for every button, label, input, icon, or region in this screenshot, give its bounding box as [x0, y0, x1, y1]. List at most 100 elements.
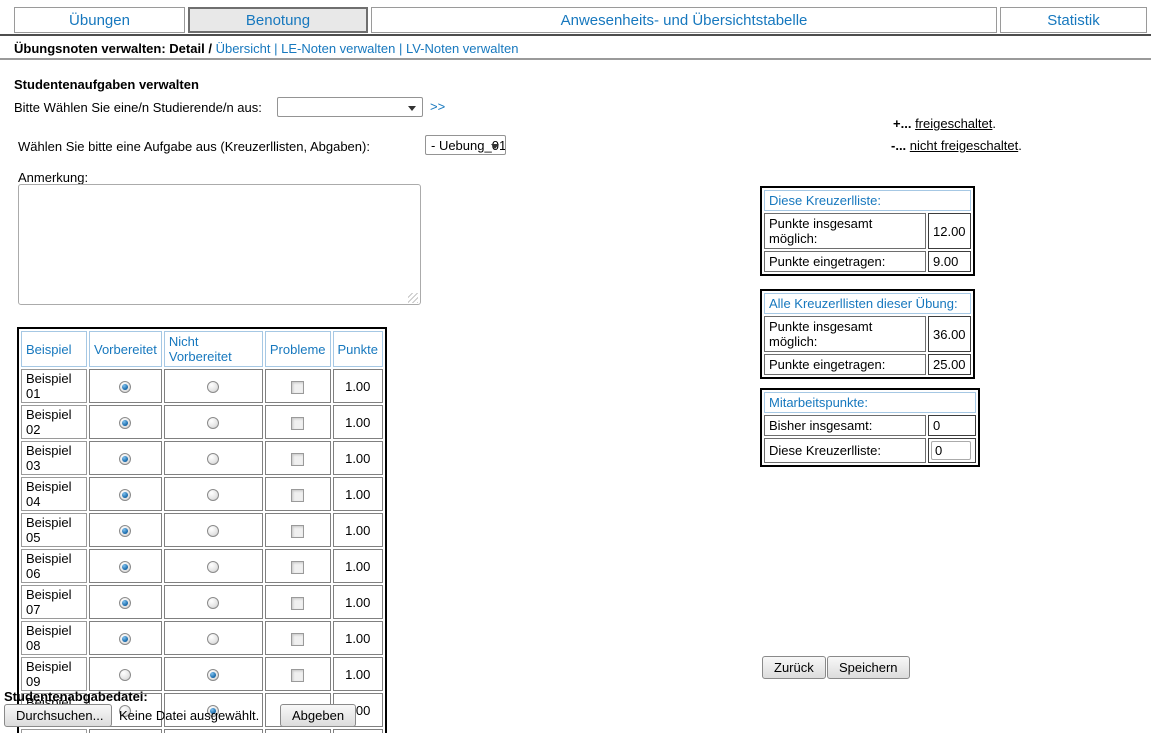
- nicht-vorbereitet-cell: [164, 441, 263, 475]
- checkbox-probleme[interactable]: [291, 597, 304, 610]
- probleme-cell: [265, 549, 331, 583]
- radio-nicht-vorbereitet[interactable]: [207, 597, 219, 609]
- legend-suffix: .: [1018, 138, 1022, 153]
- radio-nicht-vorbereitet[interactable]: [207, 633, 219, 645]
- beispiel-label: Beispiel 11: [21, 729, 87, 733]
- student-select[interactable]: [277, 97, 423, 117]
- punkte-value: 1.00: [333, 729, 383, 733]
- legend-freigeschaltet-link[interactable]: freigeschaltet: [915, 116, 992, 131]
- column-header: Beispiel: [21, 331, 87, 367]
- legend-freigeschaltet: +... freigeschaltet.: [893, 116, 996, 131]
- checkbox-probleme[interactable]: [291, 453, 304, 466]
- vorbereitet-cell: [89, 729, 162, 733]
- checkbox-probleme[interactable]: [291, 525, 304, 538]
- table-row: Beispiel 03 1.00: [21, 441, 383, 475]
- checkbox-probleme[interactable]: [291, 669, 304, 682]
- checkbox-probleme[interactable]: [291, 633, 304, 646]
- back-button[interactable]: Zurück: [762, 656, 826, 679]
- radio-vorbereitet[interactable]: [119, 417, 131, 429]
- probleme-cell: [265, 621, 331, 655]
- radio-vorbereitet[interactable]: [119, 525, 131, 537]
- summary-row-value: 9.00: [928, 251, 971, 272]
- radio-vorbereitet[interactable]: [119, 561, 131, 573]
- vorbereitet-cell: [89, 405, 162, 439]
- checkbox-probleme[interactable]: [291, 417, 304, 430]
- beispiel-label: Beispiel 06: [21, 549, 87, 583]
- tab-anwesenheits-uebersichtstabelle[interactable]: Anwesenheits- und Übersichtstabelle: [371, 7, 997, 33]
- radio-vorbereitet[interactable]: [119, 669, 131, 681]
- tab-statistik[interactable]: Statistik: [1000, 7, 1147, 33]
- anmerkung-label: Anmerkung:: [18, 170, 88, 185]
- punkte-value: 1.00: [333, 513, 383, 547]
- summary-table-diese-kreuzerlliste: Diese Kreuzerlliste: Punkte insgesamt mö…: [760, 186, 975, 276]
- beispiel-label: Beispiel 09: [21, 657, 87, 691]
- browse-button[interactable]: Durchsuchen...: [4, 704, 112, 727]
- summary-row-value: 12.00: [928, 213, 971, 249]
- probleme-cell: [265, 405, 331, 439]
- vorbereitet-cell: [89, 477, 162, 511]
- nicht-vorbereitet-cell: [164, 513, 263, 547]
- legend-nicht-freigeschaltet: -... nicht freigeschaltet.: [891, 138, 1022, 153]
- vorbereitet-cell: [89, 513, 162, 547]
- breadcrumb-separator: |: [399, 41, 402, 56]
- legend-minus-prefix: -...: [891, 138, 906, 153]
- punkte-value: 1.00: [333, 441, 383, 475]
- breadcrumb-separator: /: [208, 41, 212, 56]
- legend-nicht-freigeschaltet-link[interactable]: nicht freigeschaltet: [910, 138, 1018, 153]
- probleme-cell: [265, 441, 331, 475]
- submit-file-button[interactable]: Abgeben: [280, 704, 356, 727]
- punkte-value: 1.00: [333, 405, 383, 439]
- radio-nicht-vorbereitet[interactable]: [207, 525, 219, 537]
- checkbox-probleme[interactable]: [291, 381, 304, 394]
- anmerkung-textarea[interactable]: [18, 184, 421, 305]
- radio-vorbereitet[interactable]: [119, 453, 131, 465]
- summary-row-value: 36.00: [928, 316, 971, 352]
- column-header: Probleme: [265, 331, 331, 367]
- vorbereitet-cell: [89, 441, 162, 475]
- save-button[interactable]: Speichern: [827, 656, 910, 679]
- nicht-vorbereitet-cell: [164, 657, 263, 691]
- checkbox-probleme[interactable]: [291, 561, 304, 574]
- breadcrumb-link-le-noten[interactable]: LE-Noten verwalten: [281, 41, 395, 56]
- radio-vorbereitet[interactable]: [119, 633, 131, 645]
- vorbereitet-cell: [89, 621, 162, 655]
- breadcrumb-link-lv-noten[interactable]: LV-Noten verwalten: [406, 41, 519, 56]
- radio-nicht-vorbereitet[interactable]: [207, 669, 219, 681]
- tab-benotung[interactable]: Benotung: [188, 7, 368, 33]
- punkte-value: 1.00: [333, 657, 383, 691]
- summary-row-value: 0: [928, 415, 976, 436]
- radio-nicht-vorbereitet[interactable]: [207, 489, 219, 501]
- breadcrumb-link-uebersicht[interactable]: Übersicht: [216, 41, 271, 56]
- radio-vorbereitet[interactable]: [119, 381, 131, 393]
- summary-title: Diese Kreuzerlliste:: [764, 190, 971, 211]
- table-row: Beispiel 11 1.00: [21, 729, 383, 733]
- breadcrumb: Übungsnoten verwalten: Detail / Übersich…: [14, 41, 518, 56]
- radio-nicht-vorbereitet[interactable]: [207, 417, 219, 429]
- nicht-vorbereitet-cell: [164, 549, 263, 583]
- student-go-link[interactable]: >>: [430, 99, 445, 114]
- mitarbeitspunkte-input[interactable]: [931, 441, 971, 460]
- task-select[interactable]: - Uebung_01: [425, 135, 506, 155]
- upload-heading: Studentenabgabedatei:: [4, 689, 148, 704]
- checkbox-probleme[interactable]: [291, 489, 304, 502]
- radio-vorbereitet[interactable]: [119, 597, 131, 609]
- beispiel-label: Beispiel 03: [21, 441, 87, 475]
- tab-divider: [0, 34, 1151, 36]
- beispiel-label: Beispiel 01: [21, 369, 87, 403]
- no-file-selected-text: Keine Datei ausgewählt.: [119, 708, 259, 723]
- probleme-cell: [265, 513, 331, 547]
- radio-vorbereitet[interactable]: [119, 489, 131, 501]
- column-header: Vorbereitet: [89, 331, 162, 367]
- summary-title: Alle Kreuzerllisten dieser Übung:: [764, 293, 971, 314]
- radio-nicht-vorbereitet[interactable]: [207, 381, 219, 393]
- tab-uebungen[interactable]: Übungen: [14, 7, 185, 33]
- beispiel-label: Beispiel 04: [21, 477, 87, 511]
- legend-plus-prefix: +...: [893, 116, 911, 131]
- beispiel-label: Beispiel 02: [21, 405, 87, 439]
- vorbereitet-cell: [89, 657, 162, 691]
- table-row: Beispiel 011.00: [21, 369, 383, 403]
- radio-nicht-vorbereitet[interactable]: [207, 561, 219, 573]
- nicht-vorbereitet-cell: [164, 621, 263, 655]
- summary-row-label: Punkte insgesamt möglich:: [764, 316, 926, 352]
- radio-nicht-vorbereitet[interactable]: [207, 453, 219, 465]
